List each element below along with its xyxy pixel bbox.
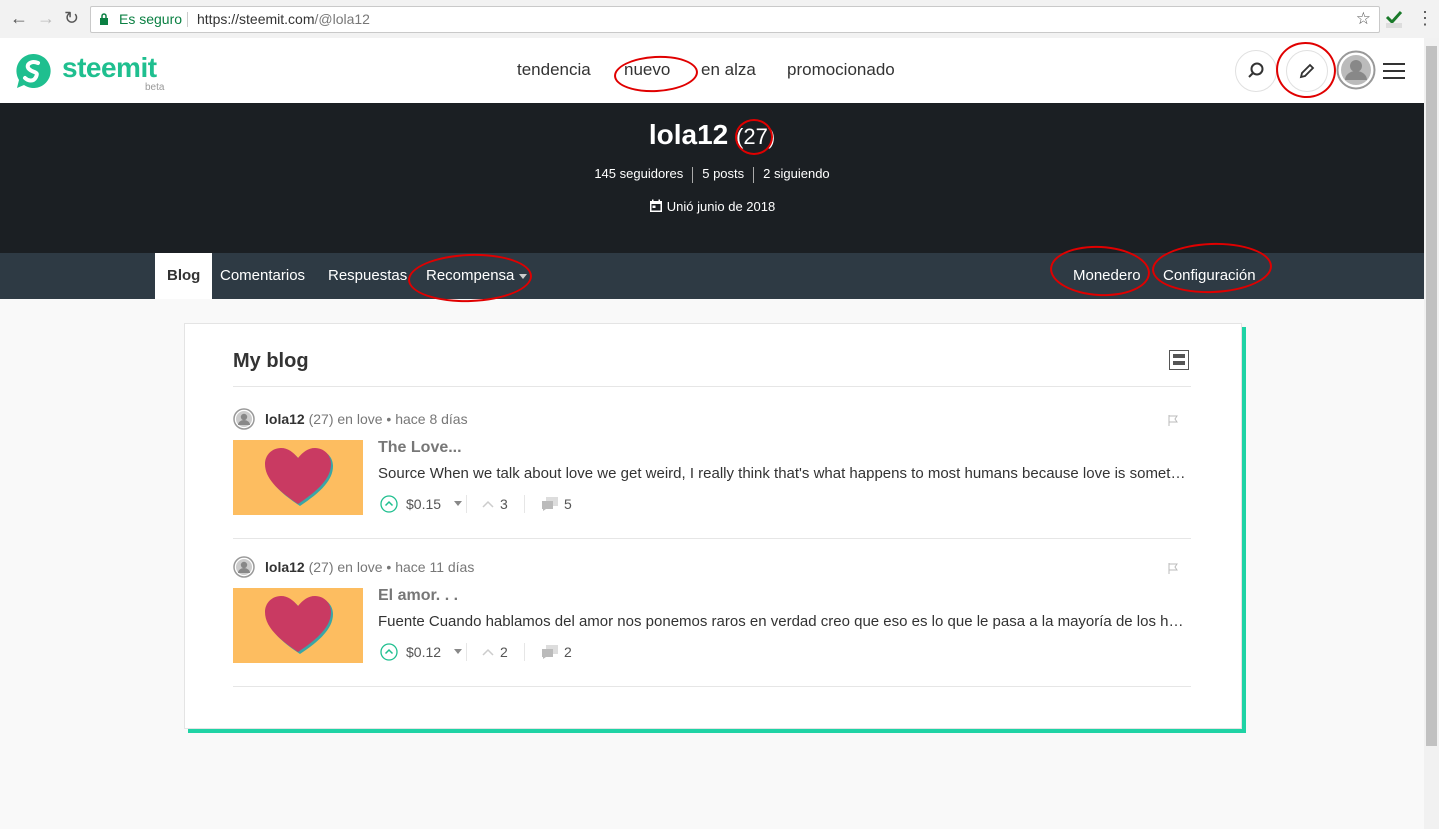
caret-down-icon [519, 273, 528, 279]
post-votes: 2 [500, 644, 508, 660]
action-divider [524, 643, 525, 661]
profile-name: lola12 [648, 119, 729, 150]
tab-rewards-label: Recompensa [426, 267, 515, 284]
forward-icon[interactable]: → [37, 8, 55, 29]
steemit-logo-icon[interactable] [14, 52, 52, 90]
tab-settings[interactable]: Configuración [1163, 253, 1256, 299]
heart-icon [265, 448, 333, 506]
joined-date: Unió junio de 2018 [0, 199, 1424, 214]
action-divider [466, 643, 467, 661]
payout-caret-icon[interactable] [454, 501, 462, 506]
following-count[interactable]: 2 siguiendo [754, 166, 839, 181]
brand-name[interactable]: steemit [62, 52, 157, 84]
tab-replies[interactable]: Respuestas [328, 253, 407, 299]
browser-menu-icon[interactable]: ⋮ [1416, 8, 1434, 29]
profile-tabs: Blog Comentarios Respuestas Recompensa M… [0, 253, 1424, 299]
post-meta-rest: (27) en love • hace 11 días [308, 559, 475, 575]
write-post-button[interactable] [1286, 50, 1328, 92]
post-title[interactable]: The Love... [378, 439, 462, 457]
scrollbar-thumb[interactable] [1426, 46, 1437, 746]
posts-count: 5 posts [702, 166, 745, 181]
calendar-icon [649, 199, 662, 212]
action-divider [466, 495, 467, 513]
tab-blog[interactable]: Blog [155, 253, 213, 299]
flag-icon[interactable] [1167, 562, 1179, 574]
secure-label: Es seguro [119, 11, 183, 27]
post-excerpt[interactable]: Source When we talk about love we get we… [378, 465, 1188, 482]
pencil-icon [1299, 63, 1315, 79]
payout-caret-icon[interactable] [454, 649, 462, 654]
votes-icon[interactable] [481, 647, 495, 657]
post-thumbnail[interactable] [233, 588, 363, 663]
lock-icon [100, 13, 108, 25]
post-excerpt[interactable]: Fuente Cuando hablamos del amor nos pone… [378, 613, 1188, 630]
heart-icon [265, 596, 333, 654]
post-meta: lola12 (27) en love • hace 11 días [265, 559, 474, 575]
post-votes: 3 [500, 496, 508, 512]
post-author[interactable]: lola12 [265, 559, 305, 575]
reload-icon[interactable]: ↻ [64, 8, 79, 29]
layout-toggle-icon[interactable] [1169, 350, 1189, 370]
extension-icon[interactable] [1384, 9, 1404, 29]
post-comments: 5 [564, 496, 572, 512]
post-author[interactable]: lola12 [265, 411, 305, 427]
profile-name-line: lola12 (27) [0, 119, 1424, 151]
tab-rewards[interactable]: Recompensa [426, 253, 528, 299]
beta-label: beta [145, 82, 165, 93]
author-avatar-icon[interactable] [233, 556, 255, 578]
post-meta-rest: (27) en love • hace 8 días [308, 411, 468, 427]
profile-reputation: (27) [736, 124, 776, 149]
search-button[interactable] [1235, 50, 1277, 92]
upvote-icon[interactable] [380, 495, 398, 513]
blog-title: My blog [233, 350, 309, 372]
post-payout[interactable]: $0.15 [406, 493, 441, 515]
post-item: lola12 (27) en love • hace 8 días The Lo… [233, 408, 1191, 539]
back-icon[interactable]: ← [10, 8, 28, 29]
nav-trending[interactable]: tendencia [517, 60, 591, 80]
author-avatar-icon[interactable] [233, 408, 255, 430]
hamburger-menu-icon[interactable] [1383, 62, 1405, 80]
bookmark-star-icon[interactable]: ☆ [1356, 6, 1371, 31]
browser-toolbar: ← → ↻ Es seguro https://steemit.com/@lol… [0, 0, 1439, 39]
nav-new[interactable]: nuevo [624, 60, 670, 80]
url-text: https://steemit.com/@lola12 [197, 7, 370, 32]
nav-hot[interactable]: en alza [701, 60, 756, 80]
address-bar[interactable]: Es seguro https://steemit.com/@lola12 ☆ [90, 6, 1380, 33]
upvote-icon[interactable] [380, 643, 398, 661]
followers-count[interactable]: 145 seguidores [585, 166, 692, 181]
post-item: lola12 (27) en love • hace 11 días El am… [233, 556, 1191, 687]
search-icon [1248, 62, 1264, 78]
comments-icon[interactable] [541, 644, 559, 660]
post-payout[interactable]: $0.12 [406, 641, 441, 663]
omnibox-divider [187, 12, 188, 27]
profile-banner: lola12 (27) 145 seguidores 5 posts 2 sigui… [0, 103, 1424, 253]
votes-icon[interactable] [481, 499, 495, 509]
page-scrollbar[interactable] [1424, 38, 1439, 829]
profile-stats: 145 seguidores 5 posts 2 siguiendo [0, 166, 1424, 183]
tab-wallet[interactable]: Monedero [1073, 253, 1141, 299]
action-divider [524, 495, 525, 513]
post-comments: 2 [564, 644, 572, 660]
comments-icon[interactable] [541, 496, 559, 512]
user-avatar-icon[interactable] [1336, 50, 1376, 90]
joined-text: Unió junio de 2018 [666, 199, 776, 214]
post-title[interactable]: El amor. . . [378, 587, 458, 605]
url-host: https://steemit.com [197, 11, 315, 27]
tab-comments[interactable]: Comentarios [220, 253, 305, 299]
post-meta: lola12 (27) en love • hace 8 días [265, 411, 468, 427]
blog-title-divider [233, 386, 1191, 387]
blog-card: My blog lola12 (27) en love • hace 8 día… [184, 323, 1242, 729]
post-thumbnail[interactable] [233, 440, 363, 515]
nav-promoted[interactable]: promocionado [787, 60, 895, 80]
site-header: steemit beta tendencia nuevo en alza pro… [0, 38, 1424, 104]
flag-icon[interactable] [1167, 414, 1179, 426]
url-path: /@lola12 [314, 11, 370, 27]
